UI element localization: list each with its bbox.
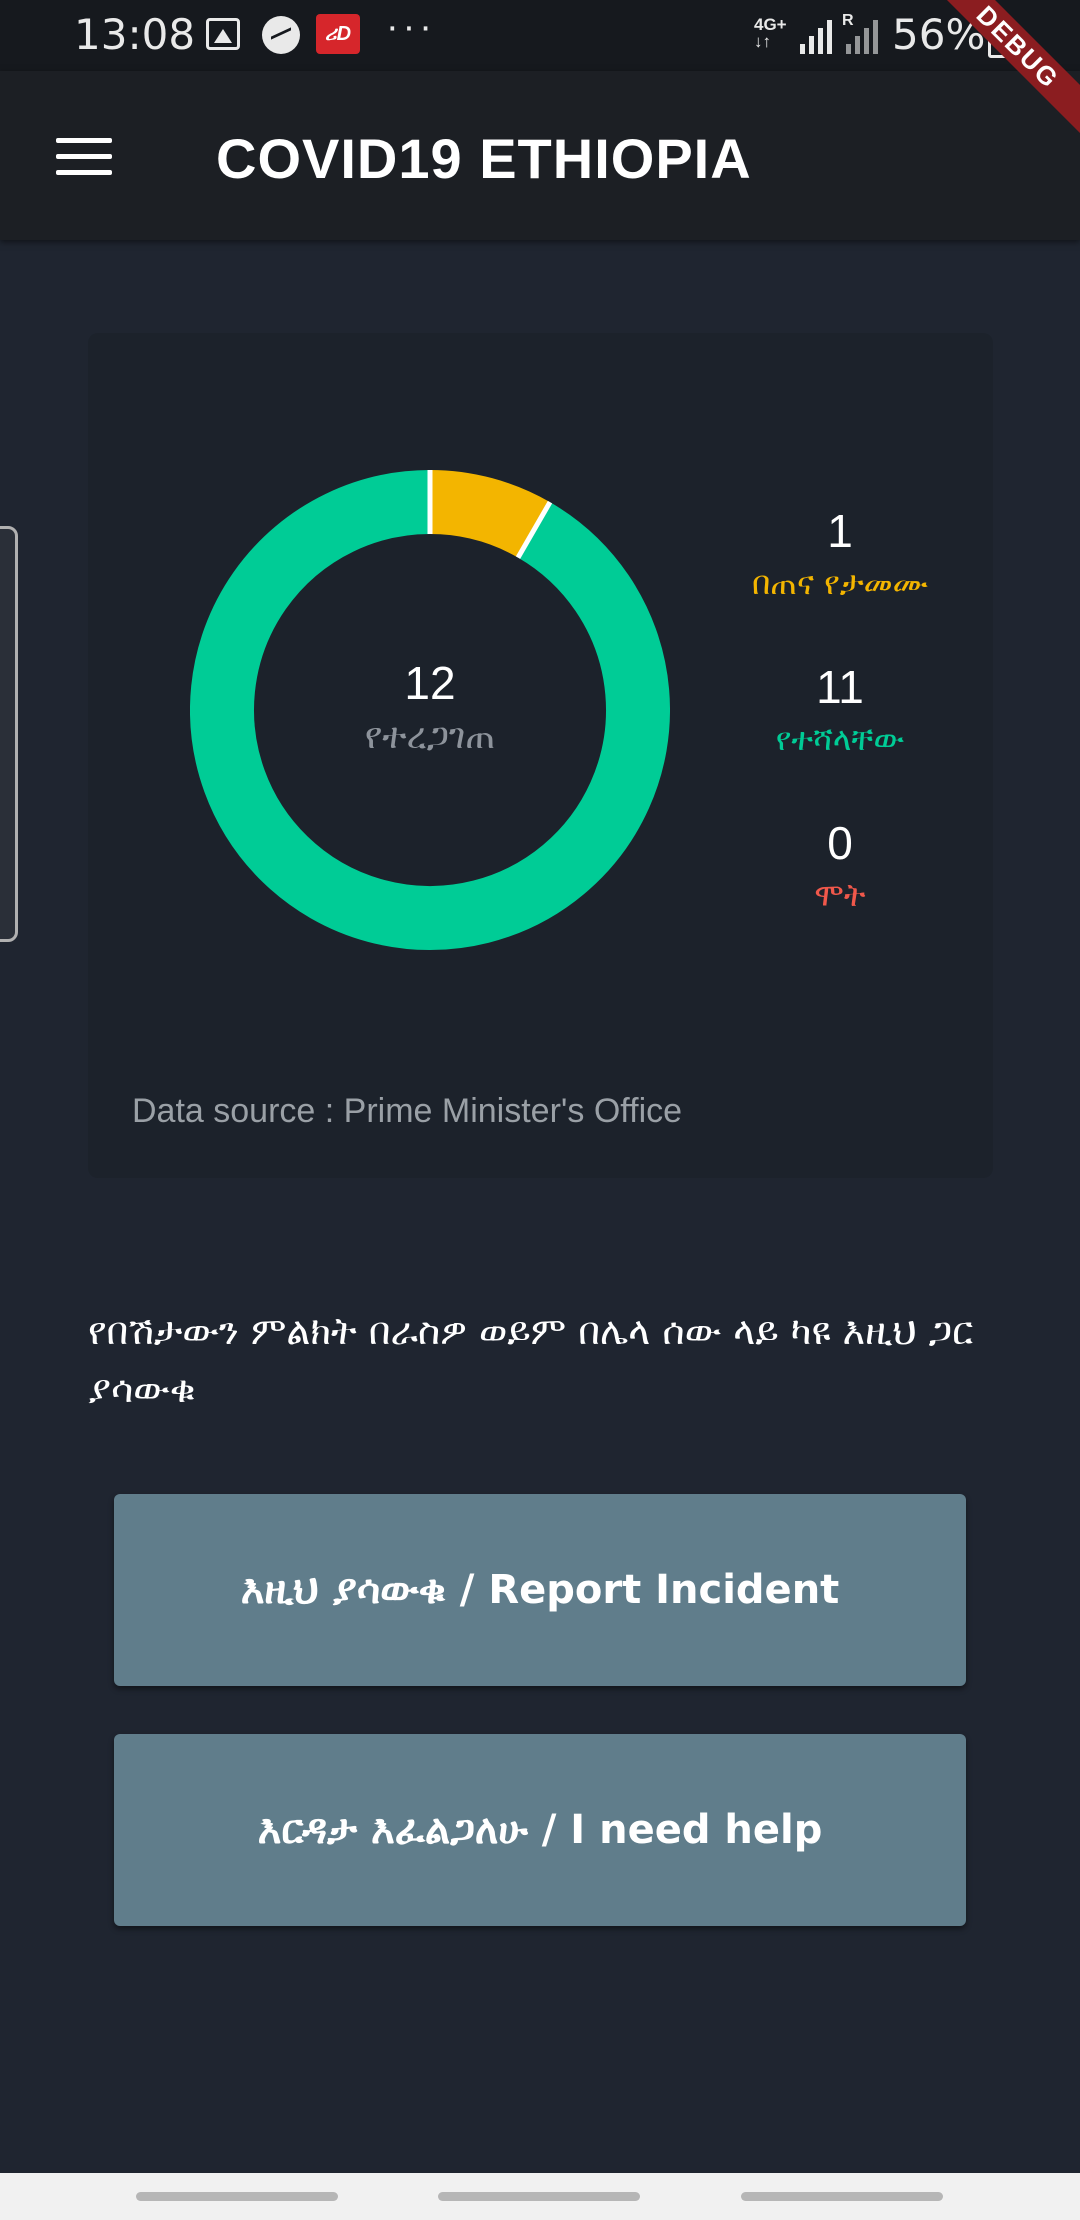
app-bar: COVID19 ETHIOPIA — [0, 71, 1080, 240]
status-time: 13:08 — [74, 10, 196, 59]
status-bar: 13:08 ሪD ··· 4G+ ↓↑ R 56% — [0, 0, 1080, 71]
donut-slice-critical — [429, 470, 550, 558]
data-source-text: Data source : Prime Minister's Office — [132, 1092, 683, 1130]
network-type-indicator: 4G+ ↓↑ — [754, 16, 787, 50]
stat-critical-label: በጠና የታመሙ — [752, 564, 928, 602]
stat-deaths: 0 ሞት — [720, 816, 960, 915]
gallery-icon — [206, 18, 240, 50]
donut-slice-recovered — [190, 470, 670, 950]
network-type-label: 4G+ — [754, 15, 787, 34]
more-notifications-icon: ··· — [386, 6, 436, 48]
system-nav-bar — [0, 2173, 1080, 2220]
need-help-button[interactable]: እርዳታ እፈልጋለሁ / I need help — [114, 1734, 966, 1926]
stat-critical-value: 1 — [827, 505, 853, 557]
report-instruction-text: የበሽታውን ምልክት በራስዎ ወይም በሌላ ሰው ላይ ካዩ እዚህ ጋር… — [88, 1309, 974, 1411]
messenger-icon — [262, 16, 300, 54]
hamburger-menu-icon[interactable] — [56, 138, 112, 176]
stat-recovered-label: የተሻላቸው — [775, 720, 905, 758]
nav-home-button[interactable] — [438, 2192, 640, 2201]
nav-back-button[interactable] — [741, 2192, 943, 2201]
app-notification-icon: ሪD — [316, 14, 360, 54]
nav-recent-apps-button[interactable] — [136, 2192, 338, 2201]
app-title: COVID19 ETHIOPIA — [216, 127, 752, 190]
network-activity-icon: ↓↑ — [754, 32, 771, 51]
drawer-edge-handle[interactable] — [0, 526, 18, 942]
total-confirmed-label: የተረጋገጠ — [364, 716, 496, 757]
stat-recovered: 11 የተሻላቸው — [720, 660, 960, 759]
signal-roaming-icon — [846, 18, 884, 54]
stat-deaths-label: ሞት — [814, 876, 866, 914]
stat-recovered-value: 11 — [816, 661, 864, 713]
stat-deaths-value: 0 — [827, 817, 853, 869]
stat-critical: 1 በጠና የታመሙ — [720, 504, 960, 603]
signal-icon — [800, 18, 838, 54]
cases-donut-chart — [190, 470, 670, 950]
total-confirmed-value: 12 — [404, 657, 456, 709]
report-incident-button[interactable]: እዚህ ያሳውቁ / Report Incident — [114, 1494, 966, 1686]
